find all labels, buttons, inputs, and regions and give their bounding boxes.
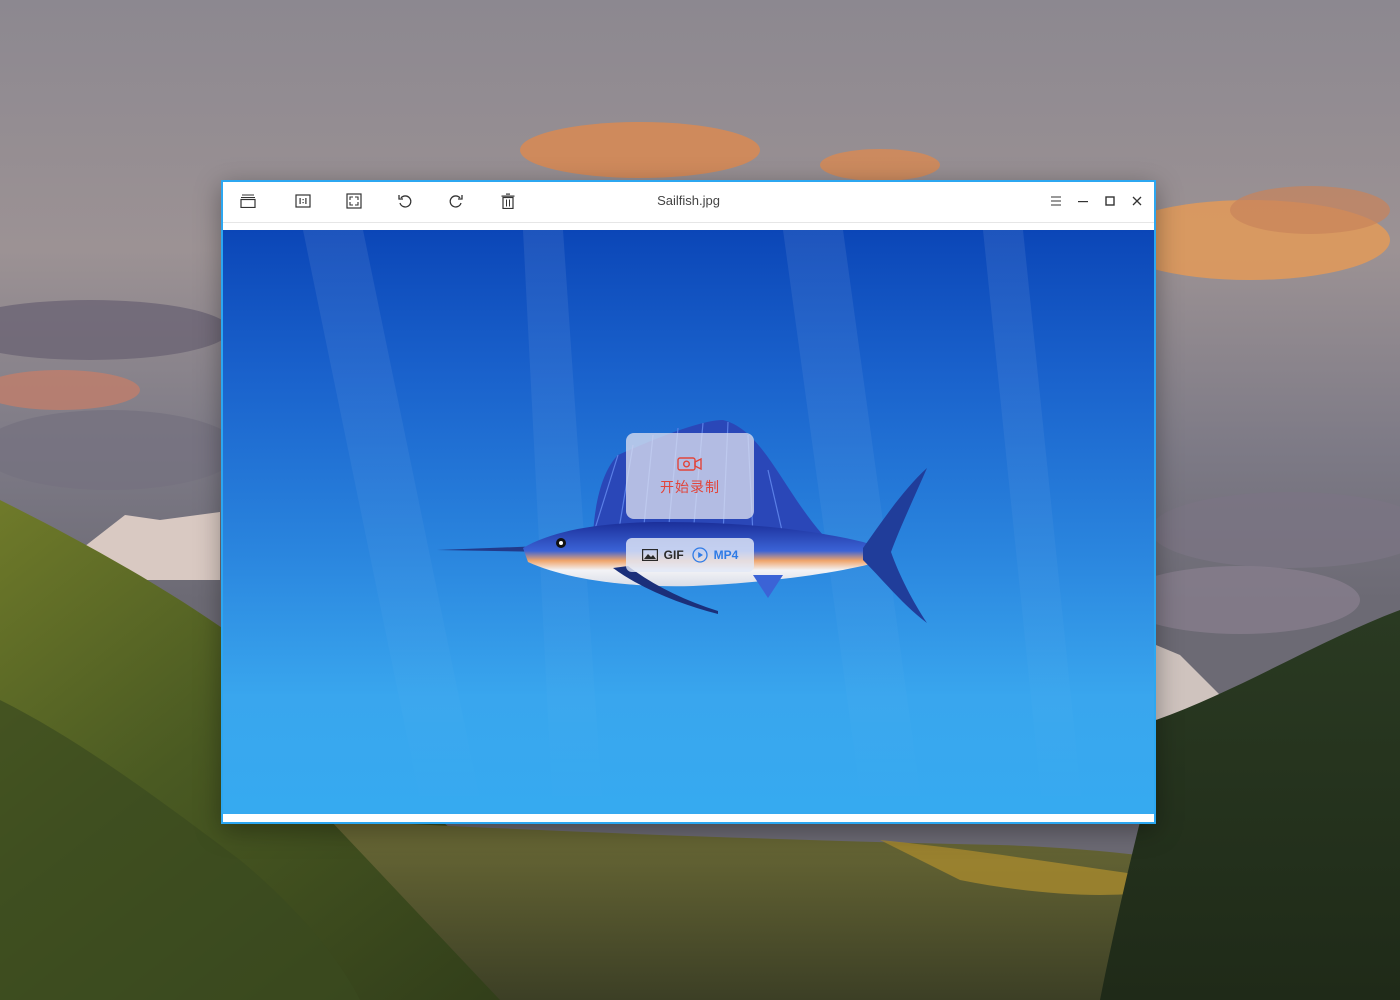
format-gif-label: GIF — [663, 548, 684, 562]
window-bottom-edge — [223, 814, 1154, 822]
format-mp4-label: MP4 — [713, 548, 739, 562]
maximize-button[interactable] — [1099, 190, 1121, 212]
sailfish-image — [303, 230, 1083, 814]
delete-button[interactable] — [497, 190, 519, 212]
format-mp4-option[interactable]: MP4 — [692, 547, 739, 563]
rotate-left-button[interactable] — [394, 190, 416, 212]
format-selector[interactable]: GIF MP4 — [626, 538, 754, 572]
image-viewer-window[interactable]: Sailfish.jpg 开始录制 GIF MP4 — [221, 180, 1156, 824]
titlebar[interactable]: Sailfish.jpg — [223, 182, 1154, 223]
fit-window-button[interactable] — [343, 190, 365, 212]
rotate-cw-icon — [449, 195, 463, 208]
minimize-icon — [1078, 201, 1088, 203]
desktop-wallpaper: Sailfish.jpg 开始录制 GIF MP4 — [0, 0, 1400, 1000]
close-button[interactable] — [1126, 190, 1148, 212]
image-canvas[interactable]: 开始录制 GIF MP4 — [223, 230, 1154, 814]
one-to-one-icon — [295, 194, 311, 208]
rotate-right-button[interactable] — [445, 190, 467, 212]
start-recording-button[interactable]: 开始录制 — [626, 433, 754, 519]
main-menu-button[interactable] — [1045, 190, 1067, 212]
album-icon — [240, 194, 256, 208]
close-icon — [1132, 196, 1142, 206]
rotate-ccw-icon — [398, 195, 412, 208]
thumbnail-view-button[interactable] — [237, 190, 259, 212]
original-size-button[interactable] — [292, 190, 314, 212]
format-gif-option[interactable]: GIF — [641, 548, 684, 562]
maximize-icon — [1105, 196, 1115, 206]
fit-window-icon — [346, 193, 362, 209]
image-icon — [641, 549, 658, 561]
video-camera-icon — [677, 457, 702, 471]
menu-icon — [1051, 196, 1061, 206]
trash-icon — [501, 193, 515, 209]
play-circle-icon — [692, 547, 708, 563]
start-recording-label: 开始录制 — [660, 480, 720, 496]
minimize-button[interactable] — [1072, 190, 1094, 212]
